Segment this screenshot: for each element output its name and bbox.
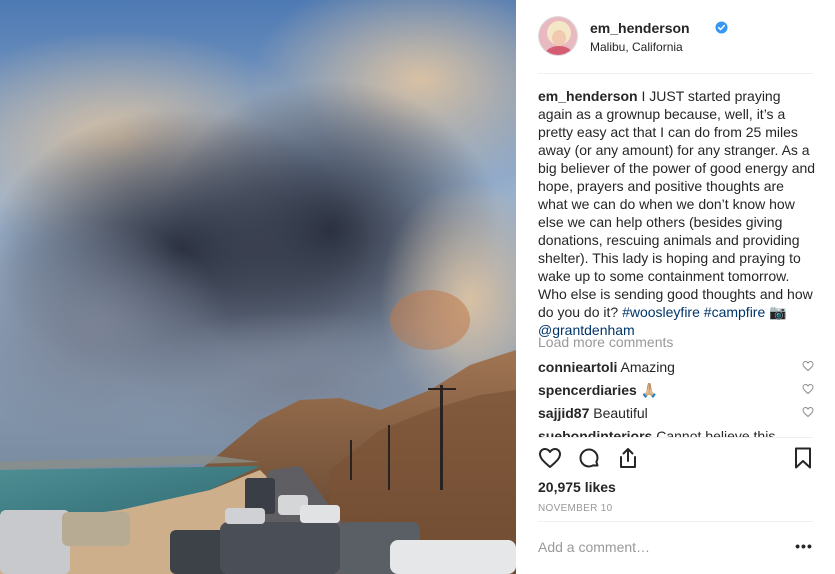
comment-item: sajjid87 Beautiful (538, 404, 816, 427)
post-photo[interactable] (0, 0, 516, 574)
comment-bubble-icon[interactable] (577, 446, 601, 470)
comment-text: Amazing (620, 359, 675, 375)
comment-text: 🙏🏼 (640, 382, 659, 398)
likes-count[interactable]: 20,975 likes (538, 479, 616, 495)
share-icon[interactable] (616, 446, 640, 470)
avatar[interactable] (538, 16, 578, 56)
composer-divider (538, 521, 813, 522)
post-location[interactable]: Malibu, California (590, 40, 683, 54)
comment-username[interactable]: spencerdiaries (538, 382, 637, 398)
heart-icon[interactable] (538, 446, 562, 470)
more-options-button[interactable]: ••• (794, 537, 814, 557)
load-more-comments-button[interactable]: Load more comments (538, 334, 673, 350)
post-detail-panel: em_henderson Malibu, California em_hende… (516, 0, 835, 574)
post-date[interactable]: NOVEMBER 10 (538, 503, 612, 514)
post-caption: em_henderson I JUST started praying agai… (538, 87, 816, 339)
comment-like-heart-icon[interactable] (802, 406, 814, 418)
caption-username[interactable]: em_henderson (538, 88, 638, 104)
comment-username[interactable]: connieartoli (538, 359, 617, 375)
hashtag-link[interactable]: #campfire (704, 304, 765, 320)
post-username[interactable]: em_henderson (590, 20, 690, 36)
comment-item: connieartoli Amazing (538, 358, 816, 381)
verified-badge-icon (715, 21, 728, 34)
comment-text: Beautiful (593, 405, 648, 421)
comment-list: connieartoli Amazing spencerdiaries 🙏🏼 s… (538, 358, 816, 438)
caption-text: I JUST started praying again as a grownu… (538, 88, 816, 320)
camera-emoji: 📷 (769, 304, 787, 320)
post-header: em_henderson Malibu, California (538, 16, 813, 74)
comment-like-heart-icon[interactable] (802, 383, 814, 395)
bookmark-icon[interactable] (791, 446, 815, 470)
comments-divider (538, 437, 813, 438)
hashtag-link[interactable]: #woosleyfire (622, 304, 700, 320)
comment-username[interactable]: sajjid87 (538, 405, 589, 421)
add-comment-input[interactable] (538, 537, 778, 557)
post-actions (538, 446, 813, 472)
wildfire-smoke-over-pch-image (0, 0, 516, 574)
comment-item: spencerdiaries 🙏🏼 (538, 381, 816, 404)
header-divider (538, 73, 813, 74)
comment-like-heart-icon[interactable] (802, 360, 814, 372)
